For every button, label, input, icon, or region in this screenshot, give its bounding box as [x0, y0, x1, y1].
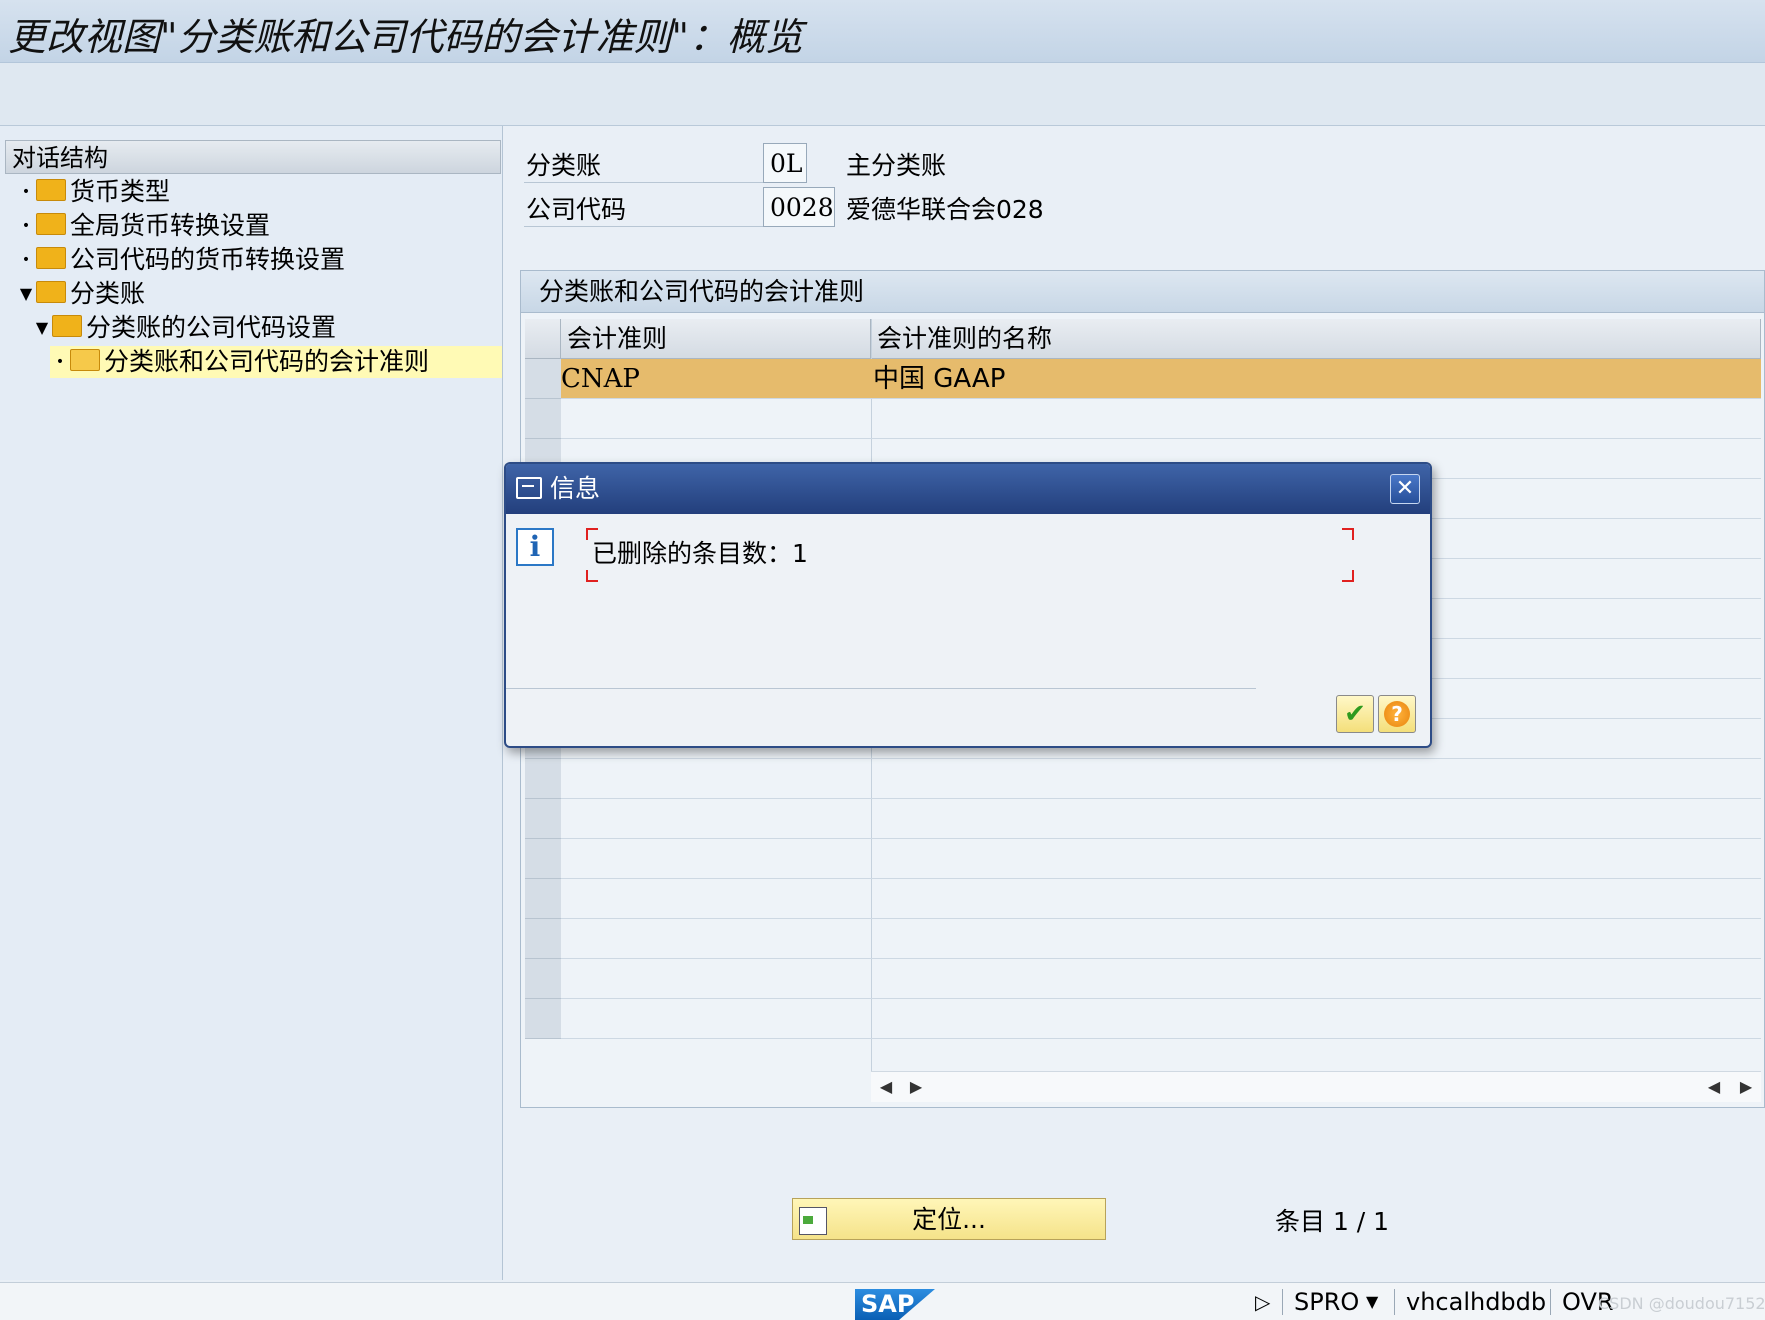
- expand-arrow-icon[interactable]: ▼: [16, 278, 36, 310]
- scroll-right-end-icon[interactable]: ▶: [1733, 1072, 1759, 1102]
- tree-item-global-currency-conversion[interactable]: • 全局货币转换设置: [16, 210, 270, 242]
- continue-button[interactable]: ✔: [1336, 695, 1374, 733]
- entries-counter: 条目 1 / 1: [1275, 1207, 1390, 1236]
- question-icon: ?: [1384, 701, 1410, 727]
- sap-logo: SAP: [855, 1289, 935, 1320]
- company-code-field[interactable]: 0028: [763, 187, 835, 227]
- accounting-principle-cell[interactable]: CNAP: [561, 359, 640, 399]
- dialog-structure-panel: 对话结构 • 货币类型 • 全局货币转换设置 • 公司代码的货币转换设置 ▼ 分类账 ▼…: [0, 126, 503, 1280]
- ledger-field[interactable]: 0L: [763, 143, 807, 183]
- row-selector[interactable]: [525, 799, 561, 839]
- row-selector[interactable]: [525, 839, 561, 879]
- ledger-underline: [524, 182, 764, 183]
- horizontal-scrollbar[interactable]: ◀ ▶ ◀ ▶: [871, 1071, 1761, 1102]
- scroll-left-end-icon[interactable]: ◀: [1701, 1072, 1727, 1102]
- position-button[interactable]: 定位...: [792, 1198, 1106, 1240]
- information-dialog: 信息 ✕ i 已删除的条目数：1 ✔ ?: [504, 462, 1432, 748]
- row-selector[interactable]: [525, 919, 561, 959]
- status-separator: [1282, 1289, 1283, 1315]
- status-separator: [1394, 1289, 1395, 1315]
- tree-item-ledger[interactable]: ▼ 分类账: [16, 278, 502, 310]
- tree-item-accounting-principles[interactable]: • 分类账和公司代码的会计准则: [50, 346, 502, 378]
- application-toolbar: [0, 63, 1765, 126]
- bullet-icon: •: [21, 252, 31, 268]
- row-selector[interactable]: [525, 879, 561, 919]
- tree-item-ledger-company-code-settings[interactable]: ▼ 分类账的公司代码设置: [32, 312, 502, 344]
- bullet-icon: •: [21, 218, 31, 234]
- table-row[interactable]: [561, 839, 1761, 879]
- folder-icon: [36, 247, 66, 269]
- bullet-icon: •: [55, 354, 65, 370]
- principle-name-cell[interactable]: 中国 GAAP: [873, 359, 1005, 399]
- table-row[interactable]: CNAP 中国 GAAP: [561, 359, 1761, 399]
- scroll-left-icon[interactable]: ◀: [873, 1072, 899, 1102]
- window-icon: [516, 477, 542, 499]
- dialog-message: 已删除的条目数：1: [592, 539, 808, 568]
- dialog-structure-header: 对话结构: [5, 140, 501, 174]
- open-folder-icon: [70, 349, 100, 371]
- dialog-title-bar: 信息 ✕: [506, 464, 1430, 514]
- status-bar: SAP ▷ SPRO ▼ vhcalhdbdb OVR: [0, 1282, 1765, 1320]
- tree-item-company-code-currency-conversion[interactable]: • 公司代码的货币转换设置: [16, 244, 345, 276]
- table-row[interactable]: [561, 399, 1761, 439]
- status-separator: [1550, 1289, 1551, 1315]
- table-row[interactable]: [561, 879, 1761, 919]
- bullet-icon: •: [21, 184, 31, 200]
- expand-arrow-icon[interactable]: ▼: [32, 312, 52, 344]
- focus-corner: [1342, 528, 1354, 540]
- folder-icon: [36, 213, 66, 235]
- row-selector[interactable]: [525, 759, 561, 799]
- table-row[interactable]: [561, 999, 1761, 1039]
- window-title: 更改视图"分类账和公司代码的会计准则"：概览: [8, 15, 803, 59]
- position-icon: [799, 1207, 827, 1235]
- folder-icon: [36, 281, 66, 303]
- column-header-principle-name[interactable]: 会计准则的名称: [871, 319, 1761, 359]
- transaction-code[interactable]: SPRO: [1294, 1287, 1359, 1317]
- scroll-right-icon[interactable]: ▶: [903, 1072, 929, 1102]
- title-bar: 更改视图"分类账和公司代码的会计准则"：概览: [0, 0, 1765, 63]
- table-title: 分类账和公司代码的会计准则: [521, 271, 1764, 313]
- row-selector[interactable]: [525, 959, 561, 999]
- table-row[interactable]: [561, 759, 1761, 799]
- status-play-icon[interactable]: ▷: [1255, 1287, 1270, 1317]
- select-all-column[interactable]: [525, 319, 561, 359]
- row-selector[interactable]: [525, 399, 561, 439]
- row-selector[interactable]: [525, 999, 561, 1039]
- table-row[interactable]: [561, 959, 1761, 999]
- close-button[interactable]: ✕: [1390, 474, 1420, 504]
- tree-item-currency-types[interactable]: • 货币类型: [16, 176, 170, 208]
- folder-icon: [36, 179, 66, 201]
- system-name: vhcalhdbdb: [1406, 1288, 1547, 1316]
- company-code-underline: [524, 226, 764, 227]
- row-selector[interactable]: [525, 359, 561, 399]
- dialog-separator: [506, 688, 1256, 689]
- watermark: CSDN @doudou7152: [1598, 1294, 1765, 1313]
- help-button[interactable]: ?: [1378, 695, 1416, 733]
- checkmark-icon: ✔: [1344, 699, 1366, 729]
- dialog-title: 信息: [550, 474, 601, 503]
- info-icon: i: [516, 528, 554, 566]
- ledger-description: 主分类账: [846, 151, 947, 180]
- ledger-label: 分类账: [526, 151, 602, 180]
- table-row[interactable]: [561, 919, 1761, 959]
- folder-icon: [52, 315, 82, 337]
- focus-corner: [1342, 570, 1354, 582]
- company-code-label: 公司代码: [526, 195, 627, 224]
- table-row[interactable]: [561, 799, 1761, 839]
- focus-corner: [586, 570, 598, 582]
- transaction-dropdown-icon[interactable]: ▼: [1366, 1287, 1378, 1317]
- company-code-description: 爱德华联合会028: [846, 195, 1044, 224]
- column-header-accounting-principle[interactable]: 会计准则: [561, 319, 871, 359]
